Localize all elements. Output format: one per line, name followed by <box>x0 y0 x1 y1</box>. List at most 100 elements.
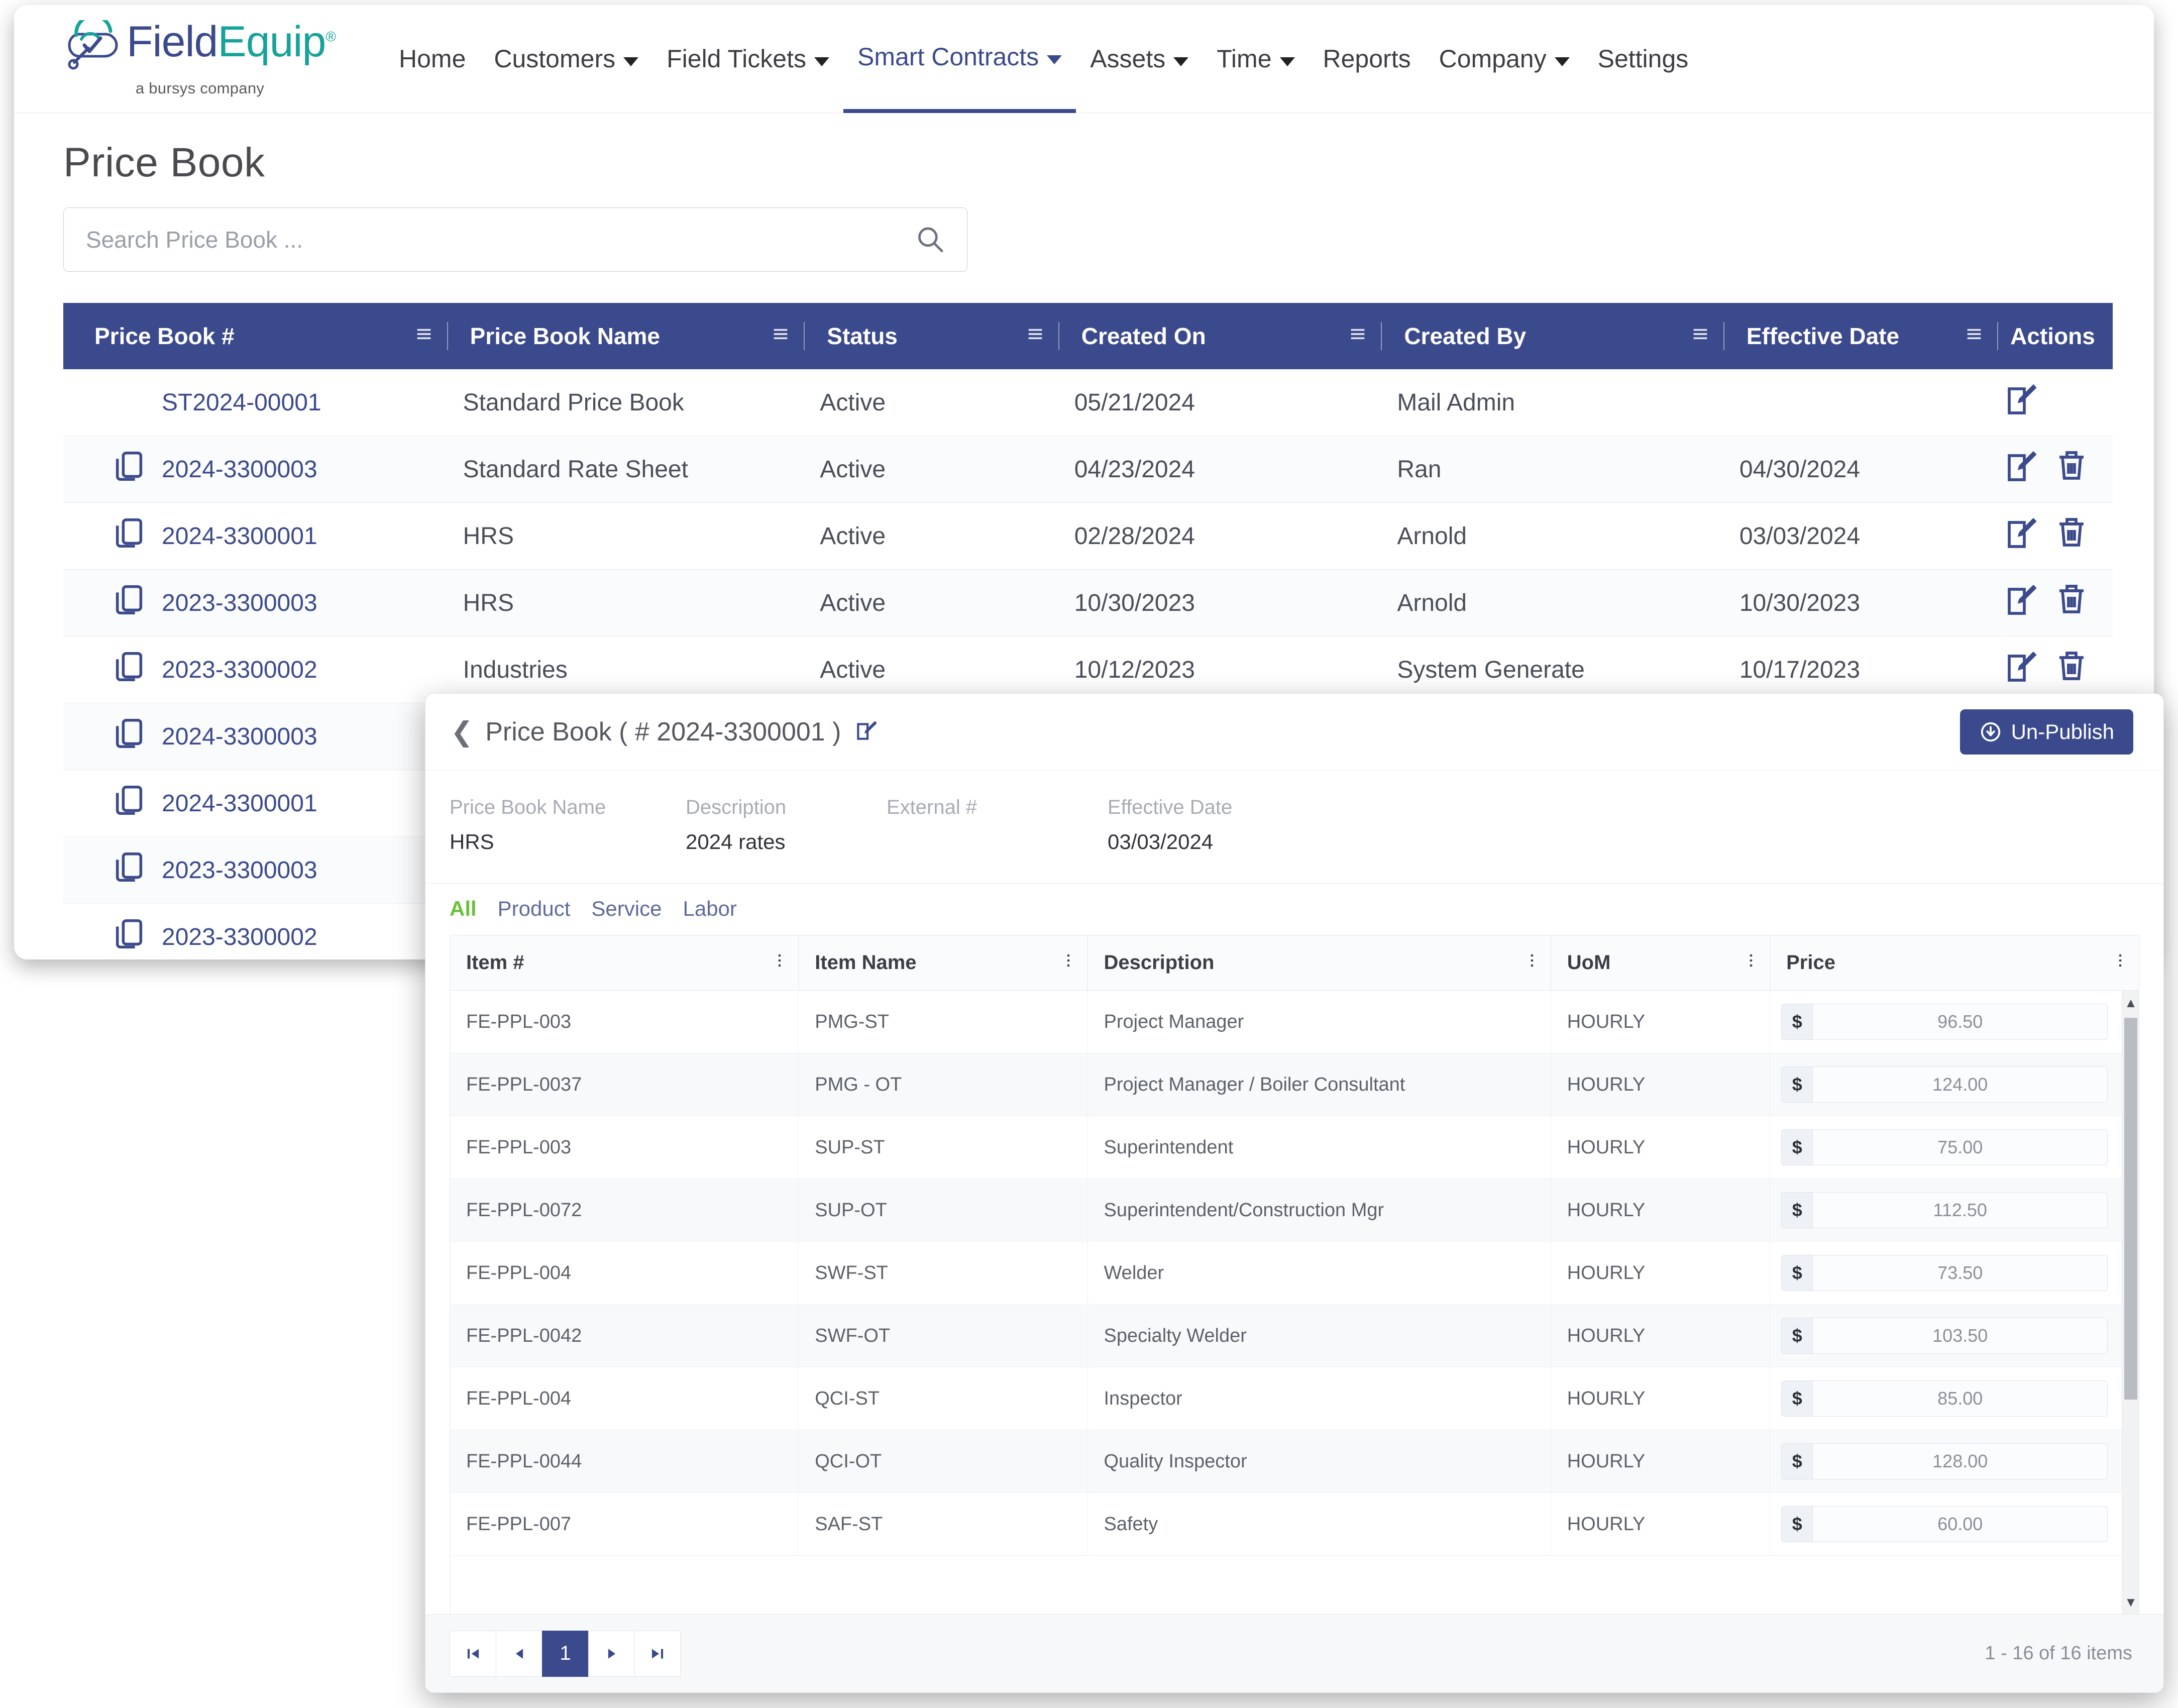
pagination-next-button[interactable] <box>588 1631 634 1677</box>
nav-item-customers[interactable]: Customers <box>480 5 652 113</box>
copy-row-button[interactable] <box>112 449 151 490</box>
cell-price-book-number[interactable]: 2023-3300003 <box>63 570 450 636</box>
price-input-group[interactable]: $112.50 <box>1781 1192 2108 1228</box>
column-header-price-book-name[interactable]: Price Book Name <box>450 303 807 369</box>
price-book-number-link[interactable]: ST2024-00001 <box>162 389 321 416</box>
column-menu-icon[interactable] <box>1690 323 1710 350</box>
price-book-number-link[interactable]: 2023-3300003 <box>162 589 317 617</box>
scroll-down-icon[interactable]: ▼ <box>2122 1592 2139 1612</box>
row-edit-button[interactable] <box>2003 381 2039 423</box>
item-row[interactable]: FE-PPL-0072SUP-OTSuperintendent/Construc… <box>450 1179 2139 1242</box>
row-edit-button[interactable] <box>2003 515 2039 557</box>
item-row[interactable]: FE-PPL-003PMG-STProject ManagerHOURLY$96… <box>450 991 2139 1053</box>
price-book-number-link[interactable]: 2023-3300003 <box>162 857 317 884</box>
price-input-group[interactable]: $103.50 <box>1781 1318 2108 1354</box>
column-menu-icon[interactable] <box>2113 951 2128 974</box>
column-menu-icon[interactable] <box>1524 951 1540 974</box>
item-row[interactable]: FE-PPL-003SUP-STSuperintendentHOURLY$75.… <box>450 1116 2139 1179</box>
item-column-header-description[interactable]: Description <box>1087 935 1551 990</box>
nav-item-company[interactable]: Company <box>1425 5 1584 113</box>
column-menu-icon[interactable] <box>1964 323 1984 350</box>
nav-item-home[interactable]: Home <box>385 5 480 113</box>
price-value[interactable]: 128.00 <box>1813 1451 2107 1472</box>
copy-row-button[interactable] <box>112 515 151 557</box>
price-input-group[interactable]: $124.00 <box>1781 1066 2108 1103</box>
column-header-effective-date[interactable]: Effective Date <box>1726 303 2000 369</box>
pagination-page-1[interactable]: 1 <box>542 1631 588 1677</box>
row-delete-button[interactable] <box>2053 448 2090 490</box>
item-row[interactable]: FE-PPL-0037PMG - OTProject Manager / Boi… <box>450 1053 2139 1116</box>
cell-price-book-number[interactable]: 2023-3300003 <box>63 837 450 903</box>
nav-item-time[interactable]: Time <box>1203 5 1309 113</box>
price-input-group[interactable]: $75.00 <box>1781 1129 2108 1165</box>
table-row[interactable]: 2023-3300003HRSActive10/30/2023Arnold10/… <box>63 570 2113 636</box>
nav-item-field-tickets[interactable]: Field Tickets <box>652 5 843 113</box>
column-menu-icon[interactable] <box>772 951 787 974</box>
tab-product[interactable]: Product <box>498 897 571 921</box>
column-header-status[interactable]: Status <box>807 303 1061 369</box>
copy-row-button[interactable] <box>112 783 151 824</box>
item-row[interactable]: FE-PPL-004SWF-STWelderHOURLY$73.50 <box>450 1242 2139 1305</box>
price-value[interactable]: 124.00 <box>1813 1074 2107 1095</box>
price-value[interactable]: 75.00 <box>1813 1137 2107 1158</box>
scroll-up-icon[interactable]: ▲ <box>2122 993 2139 1013</box>
column-menu-icon[interactable] <box>1348 323 1368 350</box>
column-menu-icon[interactable] <box>1744 951 1759 974</box>
pagination-first-button[interactable] <box>450 1631 496 1677</box>
price-value[interactable]: 60.00 <box>1813 1514 2107 1535</box>
cell-price-book-number[interactable]: ST2024-00001 <box>63 369 450 436</box>
item-column-header-item-number[interactable]: Item # <box>450 935 799 990</box>
item-column-header-uom[interactable]: UoM <box>1551 935 1770 990</box>
tab-all[interactable]: All <box>450 897 477 921</box>
copy-row-button[interactable] <box>112 716 151 757</box>
chevron-left-icon[interactable]: ❮ <box>451 718 473 745</box>
pagination-last-button[interactable] <box>634 1631 681 1677</box>
pagination-prev-button[interactable] <box>496 1631 542 1677</box>
cell-price-book-number[interactable]: 2024-3300003 <box>63 703 450 770</box>
item-column-header-item-name[interactable]: Item Name <box>799 935 1087 990</box>
nav-item-settings[interactable]: Settings <box>1584 5 1703 113</box>
table-row[interactable]: 2024-3300001HRSActive02/28/2024Arnold03/… <box>63 503 2113 570</box>
price-value[interactable]: 103.50 <box>1813 1325 2107 1346</box>
price-book-number-link[interactable]: 2023-3300002 <box>162 656 317 684</box>
copy-row-button[interactable] <box>112 649 151 690</box>
price-book-number-link[interactable]: 2024-3300001 <box>162 522 317 550</box>
row-edit-button[interactable] <box>2003 582 2039 624</box>
item-row[interactable]: FE-PPL-007SAF-STSafetyHOURLY$60.00 <box>450 1493 2139 1556</box>
row-edit-button[interactable] <box>2003 649 2039 691</box>
price-book-number-link[interactable]: 2024-3300003 <box>162 723 317 751</box>
search-input[interactable] <box>63 207 967 272</box>
table-row[interactable]: ST2024-00001Standard Price BookActive05/… <box>63 369 2113 436</box>
copy-row-button[interactable] <box>112 916 151 957</box>
column-header-created-on[interactable]: Created On <box>1061 303 1384 369</box>
price-input-group[interactable]: $85.00 <box>1781 1380 2108 1417</box>
price-value[interactable]: 85.00 <box>1813 1388 2107 1409</box>
scrollbar-thumb[interactable] <box>2124 1018 2137 1400</box>
table-row[interactable]: 2024-3300003Standard Rate SheetActive04/… <box>63 436 2113 503</box>
price-input-group[interactable]: $60.00 <box>1781 1506 2108 1542</box>
search-button[interactable] <box>915 225 944 255</box>
nav-item-smart-contracts[interactable]: Smart Contracts <box>843 5 1076 113</box>
price-book-number-link[interactable]: 2024-3300003 <box>162 456 317 483</box>
column-menu-icon[interactable] <box>414 323 434 350</box>
item-row[interactable]: FE-PPL-0042SWF-OTSpecialty WelderHOURLY$… <box>450 1305 2139 1367</box>
column-header-created-by[interactable]: Created By <box>1384 303 1726 369</box>
cell-price-book-number[interactable]: 2024-3300001 <box>63 770 450 836</box>
price-input-group[interactable]: $128.00 <box>1781 1443 2108 1479</box>
item-row[interactable]: FE-PPL-004QCI-STInspectorHOURLY$85.00 <box>450 1367 2139 1430</box>
row-delete-button[interactable] <box>2053 515 2090 557</box>
copy-row-button[interactable] <box>112 849 151 891</box>
column-header-price-book-number[interactable]: Price Book # <box>63 303 450 369</box>
brand-logo[interactable]: FieldEquip® a bursys company <box>44 20 356 97</box>
item-row[interactable]: FE-PPL-0044QCI-OTQuality InspectorHOURLY… <box>450 1430 2139 1493</box>
price-book-number-link[interactable]: 2023-3300002 <box>162 923 317 951</box>
nav-item-assets[interactable]: Assets <box>1076 5 1203 113</box>
row-delete-button[interactable] <box>2053 649 2090 691</box>
tab-service[interactable]: Service <box>591 897 662 921</box>
row-edit-button[interactable] <box>2003 448 2039 490</box>
price-book-number-link[interactable]: 2024-3300001 <box>162 790 317 817</box>
nav-item-reports[interactable]: Reports <box>1309 5 1425 113</box>
price-value[interactable]: 112.50 <box>1813 1200 2107 1221</box>
cell-price-book-number[interactable]: 2023-3300002 <box>63 904 450 959</box>
item-table-scrollbar[interactable]: ▲ ▼ <box>2122 991 2139 1614</box>
